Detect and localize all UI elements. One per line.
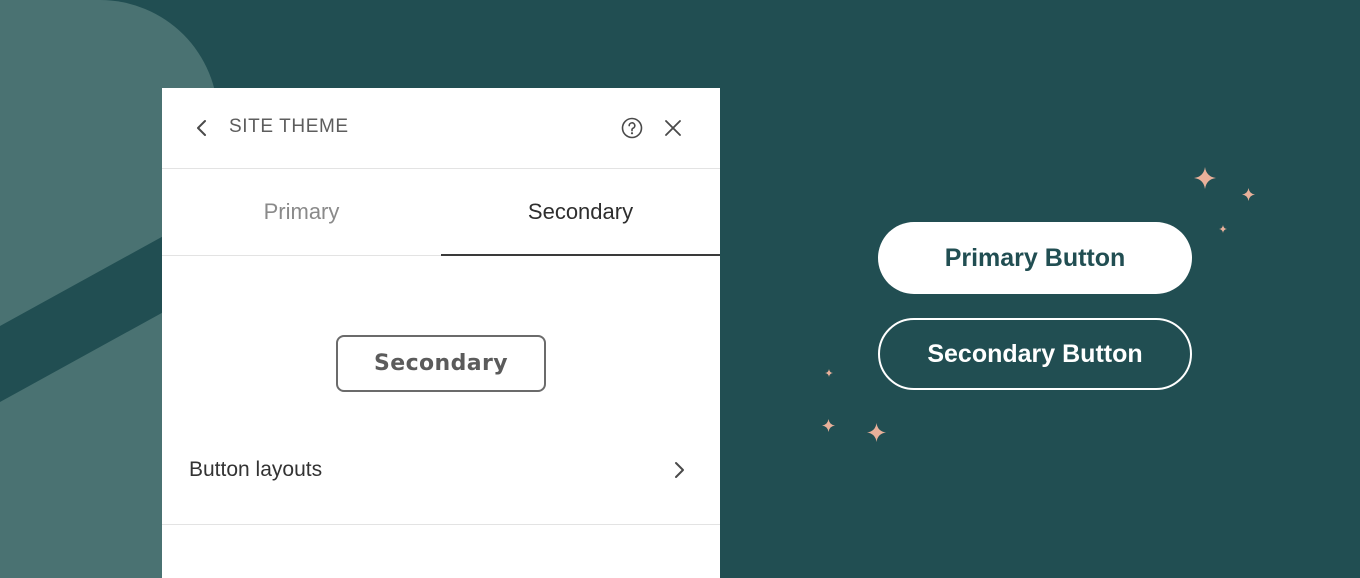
sparkle-icon — [822, 419, 835, 432]
secondary-button-preview[interactable]: Secondary — [336, 335, 546, 392]
sparkle-icon — [1219, 225, 1227, 233]
sparkle-icon — [867, 423, 886, 442]
panel-title: SITE THEME — [229, 116, 349, 137]
button-layouts-label: Button layouts — [189, 458, 323, 481]
tab-secondary[interactable]: Secondary — [441, 169, 720, 255]
close-icon[interactable] — [663, 118, 683, 138]
sparkle-icon — [1242, 188, 1255, 201]
active-tab-indicator — [441, 254, 720, 256]
secondary-button[interactable]: Secondary Button — [878, 318, 1192, 390]
primary-button[interactable]: Primary Button — [878, 222, 1192, 294]
sparkle-icon — [1194, 167, 1216, 189]
panel-header: SITE THEME — [162, 88, 720, 169]
site-theme-panel: SITE THEME Primary Secondary Secondary B… — [162, 88, 720, 578]
tab-bar: Primary Secondary — [162, 169, 720, 256]
tab-primary[interactable]: Primary — [162, 169, 441, 255]
question-circle-icon[interactable] — [621, 117, 643, 139]
sparkle-icon — [825, 369, 833, 377]
chevron-right-icon — [675, 462, 684, 478]
button-layouts-row[interactable]: Button layouts — [162, 424, 720, 525]
chevron-left-icon[interactable] — [192, 118, 212, 138]
